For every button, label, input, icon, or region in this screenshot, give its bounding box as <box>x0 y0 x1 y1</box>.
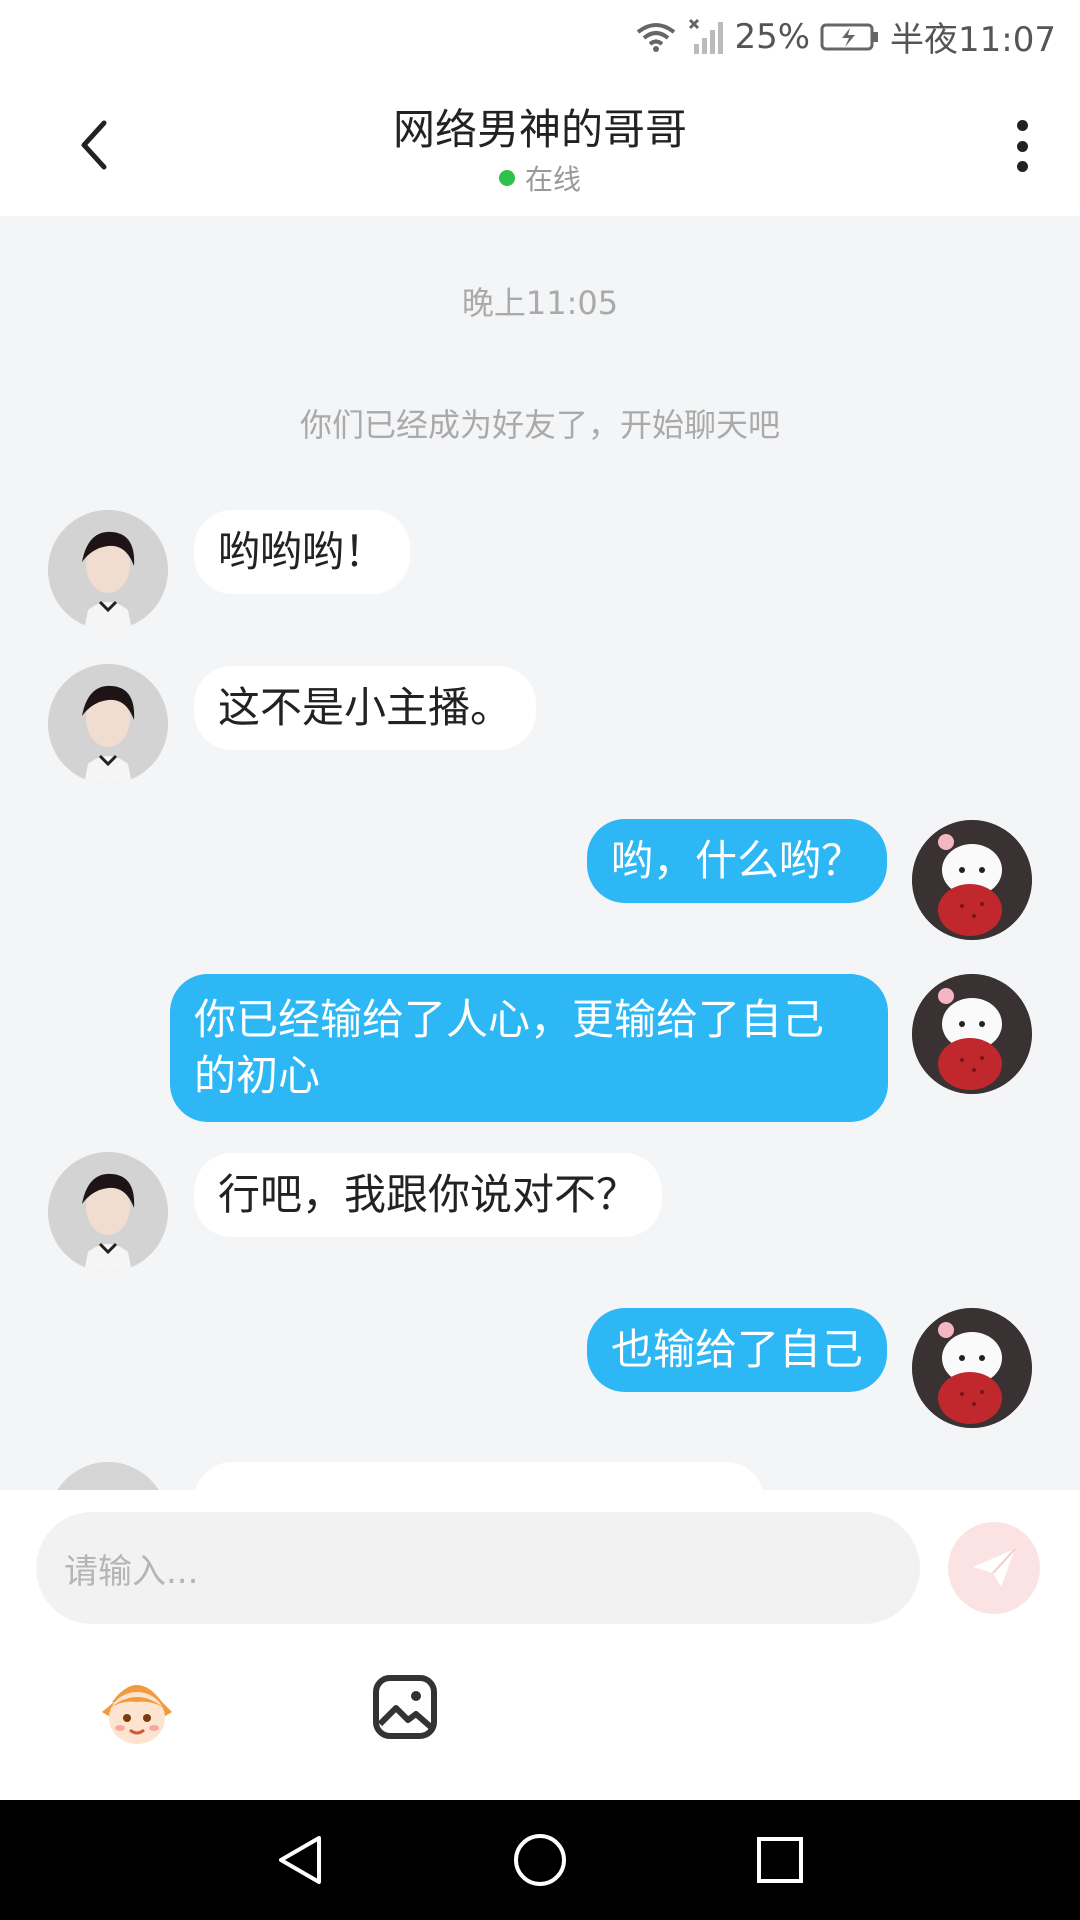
message-bubble-self[interactable]: 你已经输给了人心，更输给了自己的初心 <box>170 974 888 1122</box>
contact-avatar-image <box>48 664 168 784</box>
online-status: 在线 <box>0 158 1080 198</box>
more-dot <box>1016 161 1028 172</box>
battery-percent: 25% <box>734 16 811 57</box>
message-bubble-self[interactable]: 也输给了自己 <box>586 1308 887 1392</box>
signal-icon <box>688 18 724 56</box>
send-button[interactable] <box>948 1522 1040 1614</box>
contact-avatar[interactable] <box>48 510 168 630</box>
message-bubble-partial[interactable] <box>194 1462 764 1490</box>
nav-recents-icon <box>757 1837 803 1883</box>
self-avatar[interactable] <box>912 974 1032 1094</box>
wifi-icon <box>634 20 678 54</box>
more-vertical-icon <box>1016 120 1028 131</box>
status-time: 半夜11:07 <box>890 20 1056 60</box>
input-panel: 请输入... <box>0 1490 1080 1800</box>
self-avatar-image <box>912 1308 1032 1428</box>
more-dot <box>1016 140 1028 152</box>
battery-icon <box>820 22 880 52</box>
image-button[interactable] <box>370 1672 440 1742</box>
chat-header: 网络男神的哥哥 在线 <box>0 74 1080 216</box>
contact-avatar[interactable] <box>48 664 168 784</box>
contact-avatar[interactable] <box>48 1152 168 1272</box>
self-avatar[interactable] <box>912 820 1032 940</box>
self-avatar[interactable] <box>912 1308 1032 1428</box>
message-input[interactable]: 请输入... <box>36 1512 920 1624</box>
status-bar: 25% 半夜11:07 <box>0 0 1080 74</box>
message-bubble-other[interactable]: 哟哟哟！ <box>194 510 411 594</box>
chat-title: 网络男神的哥哥 <box>392 105 687 154</box>
nav-home-button[interactable] <box>510 1830 570 1890</box>
chat-area[interactable]: 晚上11:05 你们已经成为好友了，开始聊天吧 哟哟哟！ 这不是小主播。 哟，什… <box>0 216 1080 1490</box>
status-bar-right: 25% 半夜11:07 <box>634 12 1056 61</box>
self-avatar-image <box>912 974 1032 1094</box>
system-message: 你们已经成为好友了，开始聊天吧 <box>299 406 780 444</box>
message-bubble-self[interactable]: 哟，什么哟？ <box>586 819 887 903</box>
contact-avatar-image <box>48 510 168 630</box>
contact-avatar-image <box>48 1152 168 1272</box>
self-avatar-image <box>912 820 1032 940</box>
mascot-icon <box>102 1685 172 1744</box>
more-options-button[interactable] <box>1002 114 1042 178</box>
image-icon <box>373 1675 437 1739</box>
system-nav-bar <box>0 1800 1080 1920</box>
nav-back-icon <box>279 1836 321 1884</box>
message-bubble-other[interactable]: 行吧，我跟你说对不？ <box>194 1153 663 1237</box>
contact-avatar[interactable] <box>48 1462 168 1490</box>
send-icon <box>973 1548 1016 1587</box>
nav-recents-button[interactable] <box>750 1830 810 1890</box>
online-label: 在线 <box>524 163 581 196</box>
nav-home-icon <box>514 1834 566 1886</box>
nav-back-button[interactable] <box>270 1830 330 1890</box>
emoji-button[interactable] <box>92 1672 182 1752</box>
message-bubble-other[interactable]: 这不是小主播。 <box>194 666 537 750</box>
online-dot <box>498 170 515 186</box>
chat-timestamp: 晚上11:05 <box>461 284 619 322</box>
